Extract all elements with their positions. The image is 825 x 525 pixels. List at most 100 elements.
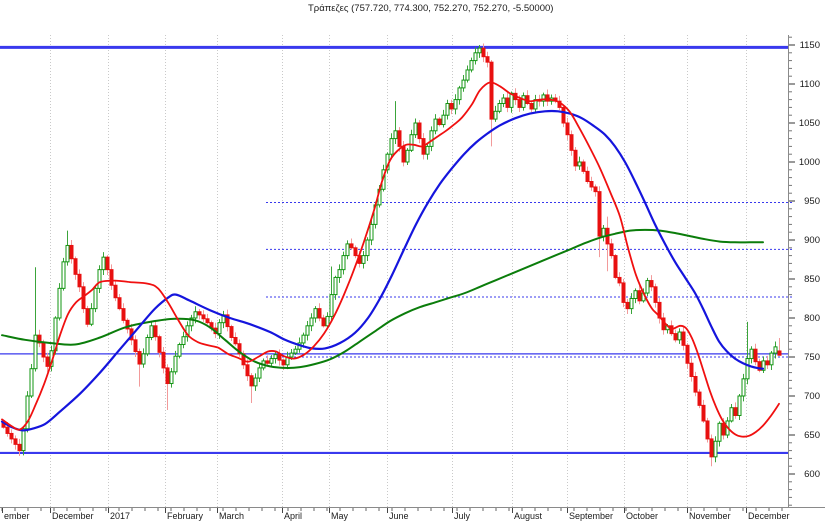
candle-body-up: [365, 239, 370, 257]
candle: [777, 338, 782, 356]
candle: [201, 310, 206, 322]
candle: [101, 252, 106, 276]
candle-body-down: [505, 97, 510, 108]
candle: [13, 435, 18, 450]
candle-body-up: [313, 308, 318, 319]
candle-body-down: [581, 161, 586, 172]
candle: [313, 306, 318, 323]
candle-body-up: [393, 130, 398, 140]
candle-body-down: [609, 243, 614, 257]
candle: [657, 298, 662, 324]
candle-body-down: [569, 134, 574, 151]
candle: [453, 94, 458, 115]
ma-fast-red-line: [1, 81, 780, 438]
candle-body-down: [617, 276, 622, 284]
candle-body-down: [701, 404, 706, 422]
candle: [601, 224, 606, 242]
candle-body-up: [405, 149, 410, 163]
candle-body-up: [645, 280, 650, 294]
candle: [249, 373, 254, 404]
candle-body-down: [481, 47, 486, 58]
candle-body-up: [145, 337, 150, 355]
candle: [585, 166, 590, 184]
candle: [729, 403, 734, 423]
candle: [445, 99, 450, 120]
candle: [73, 256, 78, 280]
candle-body-down: [45, 356, 50, 367]
candle: [545, 89, 550, 106]
candle-body-down: [321, 317, 326, 327]
chart-container: Τράπεζες (757.720, 774.300, 752.270, 752…: [0, 0, 825, 525]
candle-body-up: [21, 428, 26, 452]
y-axis-label: 1000: [799, 157, 820, 168]
candle: [165, 364, 170, 411]
candle-body-down: [317, 308, 322, 319]
candle-body-up: [453, 99, 458, 110]
candle: [237, 339, 242, 357]
candle-body-down: [5, 426, 10, 434]
x-axis-label: September: [569, 511, 613, 521]
candle-body-down: [585, 170, 590, 183]
candle-body-up: [337, 269, 342, 278]
candle-body-up: [389, 138, 394, 155]
candle-body-up: [433, 118, 438, 132]
y-axis-label: 750: [804, 352, 820, 363]
candle-body-down: [489, 61, 494, 120]
y-axis-label: 700: [804, 391, 820, 402]
candle: [693, 371, 698, 397]
candle-body-down: [673, 333, 678, 341]
candle-body-up: [737, 395, 742, 416]
candle-body-down: [85, 308, 90, 325]
candle: [341, 251, 346, 275]
price-chart-canvas[interactable]: ember December 2017 February March April May Ju…: [0, 0, 825, 525]
candle-body-down: [349, 243, 354, 249]
candle-body-up: [629, 298, 634, 310]
candle-body-up: [577, 161, 582, 167]
candle: [469, 57, 474, 73]
candle: [233, 332, 238, 346]
candle: [653, 283, 658, 308]
candle-body-down: [105, 256, 110, 271]
x-axis-label: 2017: [110, 511, 130, 521]
candle-body-down: [161, 351, 166, 369]
candle-body-up: [333, 276, 338, 296]
candle: [25, 391, 30, 433]
candle-body-up: [469, 60, 474, 71]
candle-body-down: [265, 360, 270, 364]
candle-body-down: [589, 181, 594, 188]
candle-body-up: [413, 122, 418, 136]
candle-body-up: [465, 69, 470, 81]
candle: [629, 293, 634, 315]
candle: [765, 355, 770, 370]
candle: [65, 230, 70, 266]
candle-body-down: [201, 314, 206, 320]
candle: [37, 329, 42, 348]
candle: [681, 326, 686, 351]
candle-body-up: [493, 110, 498, 120]
candle-body-down: [17, 443, 22, 452]
candle-body-up: [61, 261, 66, 289]
x-axis: ember December 2017 February March April May Ju…: [0, 507, 825, 521]
candle: [345, 240, 350, 260]
candle: [89, 303, 94, 327]
candle-body-up: [325, 315, 330, 327]
candle: [353, 245, 358, 259]
candle-body-down: [565, 122, 570, 136]
candle-body-up: [57, 287, 62, 319]
candle: [741, 373, 746, 402]
candle: [461, 75, 466, 92]
candle-body-up: [181, 336, 186, 346]
candle-body-down: [765, 360, 770, 366]
candle: [321, 314, 326, 328]
candle: [349, 238, 354, 250]
candle-body-up: [729, 407, 734, 422]
candle-body-down: [449, 103, 454, 110]
candle: [329, 266, 334, 321]
candle: [581, 159, 586, 174]
candle-body-down: [13, 438, 18, 445]
candle-body-up: [429, 130, 434, 147]
candle: [253, 373, 258, 391]
candle: [29, 363, 34, 399]
candle-body-down: [205, 318, 210, 324]
candle: [109, 264, 114, 290]
